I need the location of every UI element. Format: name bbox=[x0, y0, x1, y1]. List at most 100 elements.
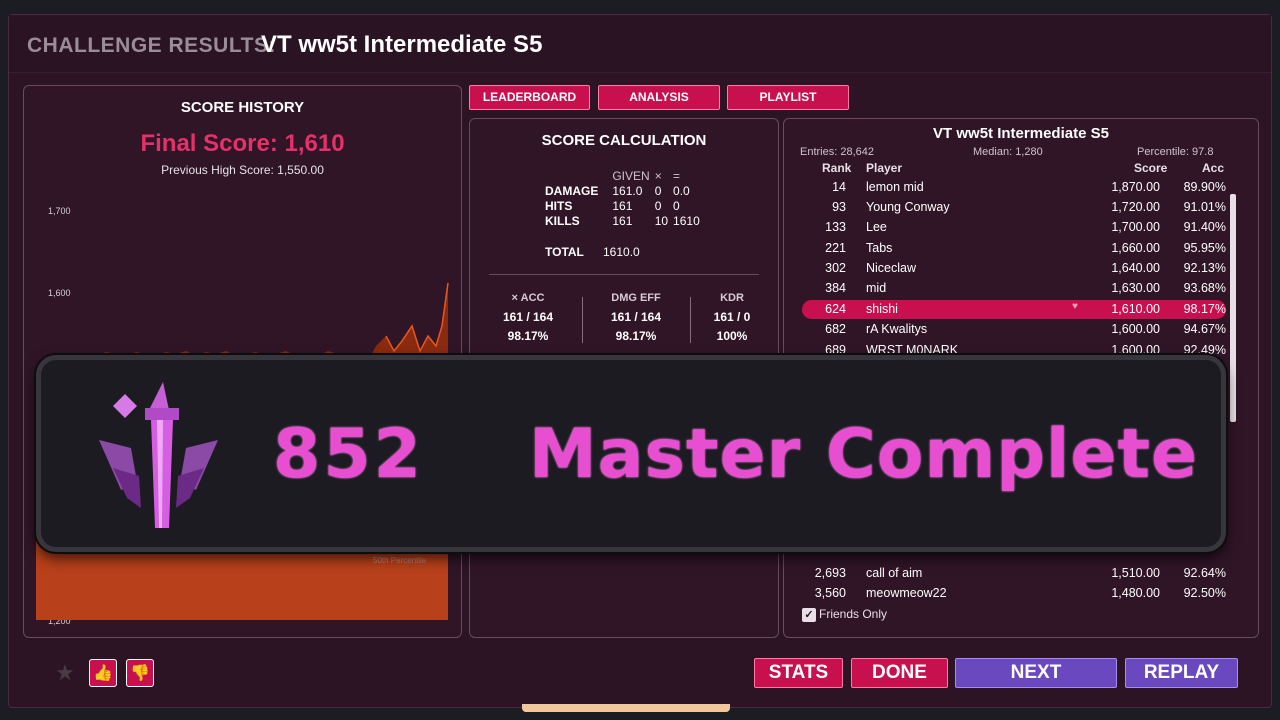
row-rank: 384 bbox=[825, 281, 846, 295]
row-score: 1,510.00 bbox=[1111, 566, 1160, 580]
stat-head: DMG EFF bbox=[611, 292, 661, 304]
total-label: TOTAL bbox=[545, 245, 584, 259]
tab-analysis[interactable]: ANALYSIS bbox=[598, 85, 720, 110]
row-rank: 302 bbox=[825, 261, 846, 275]
tab-leaderboard[interactable]: LEADERBOARD bbox=[469, 85, 590, 110]
row-player: lemon mid bbox=[866, 180, 924, 194]
stat-dmg-eff: DMG EFF 161 / 164 98.17% bbox=[591, 292, 681, 348]
calc-mult: 0 bbox=[654, 183, 662, 198]
stats-button[interactable]: STATS bbox=[754, 658, 843, 688]
row-score: 1,660.00 bbox=[1111, 241, 1160, 255]
leaderboard-scrollbar[interactable] bbox=[1230, 194, 1236, 422]
percentile-label: 50th Percentile bbox=[373, 556, 427, 565]
row-rank: 14 bbox=[832, 180, 846, 194]
row-rank: 93 bbox=[832, 200, 846, 214]
score-calculation-table: GIVEN × = DAMAGE 161.0 0 0.0 HITS 161 0 … bbox=[545, 168, 705, 228]
row-rank: 2,693 bbox=[814, 566, 846, 580]
row-player: Niceclaw bbox=[866, 261, 917, 275]
percentile: Percentile: 97.8 bbox=[1137, 146, 1214, 158]
calc-given: 161 bbox=[612, 213, 633, 228]
row-acc: 95.95% bbox=[1183, 241, 1226, 255]
bottom-tab-strip bbox=[522, 704, 730, 712]
table-row[interactable]: 3,560 meowmeow22 1,480.00 92.50% bbox=[802, 584, 1226, 603]
table-row[interactable]: 682 rA Kwalitys 1,600.00 94.67% bbox=[802, 320, 1226, 339]
row-acc: 91.01% bbox=[1183, 200, 1226, 214]
row-score: 1,610.00 bbox=[1111, 302, 1160, 316]
row-player: shishi bbox=[866, 302, 898, 316]
divider bbox=[582, 297, 583, 343]
stat-kdr: KDR 161 / 0 100% bbox=[687, 292, 777, 348]
row-player: meowmeow22 bbox=[866, 586, 947, 600]
rank-banner: 852 Master Complete bbox=[36, 355, 1226, 552]
previous-high-score: Previous High Score: 1,550.00 bbox=[161, 163, 324, 177]
table-row[interactable]: 2,693 call of aim 1,510.00 92.64% bbox=[802, 564, 1226, 583]
table-row[interactable]: 14 lemon mid 1,870.00 89.90% bbox=[802, 178, 1226, 197]
row-rank: 221 bbox=[825, 241, 846, 255]
title-bar: CHALLENGE RESULTS: VT ww5t Intermediate … bbox=[9, 15, 1271, 73]
stat-value: 161 / 164 bbox=[502, 310, 554, 324]
calc-row-hits: HITS 161 0 0 bbox=[545, 198, 705, 213]
friends-only-toggle[interactable]: ✓ Friends Only bbox=[802, 607, 887, 622]
next-button[interactable]: NEXT bbox=[955, 658, 1117, 688]
table-row[interactable]: 93 Young Conway 1,720.00 91.01% bbox=[802, 198, 1226, 217]
calc-row-kills: KILLS 161 10 1610 bbox=[545, 213, 705, 228]
table-row-current-player[interactable]: 624 shishi ♥ 1,610.00 98.17% bbox=[802, 300, 1226, 319]
table-row[interactable]: 221 Tabs 1,660.00 95.95% bbox=[802, 239, 1226, 258]
row-acc: 91.40% bbox=[1183, 220, 1226, 234]
col-score: Score bbox=[1134, 161, 1168, 175]
stat-head: KDR bbox=[720, 292, 744, 304]
score-calculation-title: SCORE CALCULATION bbox=[541, 132, 707, 149]
thumbs-down-icon[interactable]: 👎 bbox=[126, 659, 154, 687]
calc-result: 1610 bbox=[673, 213, 700, 228]
rank-score: 852 bbox=[273, 415, 424, 494]
row-player: Tabs bbox=[866, 241, 893, 255]
row-score: 1,720.00 bbox=[1111, 200, 1160, 214]
row-player: call of aim bbox=[866, 566, 923, 580]
divider bbox=[489, 274, 759, 275]
friends-only-label: Friends Only bbox=[819, 607, 888, 621]
challenge-name: VT ww5t Intermediate S5 bbox=[261, 31, 543, 58]
calc-total: TOTAL 1610.0 bbox=[545, 245, 640, 259]
calc-label: HITS bbox=[545, 198, 573, 213]
row-player: rA Kwalitys bbox=[866, 322, 928, 336]
stat-value: 161 / 0 bbox=[713, 310, 751, 324]
col-rank: Rank bbox=[822, 161, 852, 175]
table-row[interactable]: 302 Niceclaw 1,640.00 92.13% bbox=[802, 259, 1226, 278]
entries-count: Entries: 28,642 bbox=[800, 146, 874, 158]
row-acc: 92.50% bbox=[1183, 586, 1226, 600]
row-player: mid bbox=[866, 281, 887, 295]
final-score: Final Score: 1,610 bbox=[140, 130, 345, 157]
row-acc: 94.67% bbox=[1183, 322, 1226, 336]
done-button[interactable]: DONE bbox=[851, 658, 948, 688]
row-acc: 98.17% bbox=[1183, 302, 1226, 316]
median-score: Median: 1,280 bbox=[973, 146, 1043, 158]
score-history-title: SCORE HISTORY bbox=[180, 99, 305, 116]
heart-icon: ♥ bbox=[1072, 301, 1078, 312]
row-acc: 93.68% bbox=[1183, 281, 1226, 295]
col-acc: Acc bbox=[1202, 161, 1225, 175]
thumbs-up-icon[interactable]: 👍 bbox=[89, 659, 117, 687]
row-player: Lee bbox=[866, 220, 887, 234]
row-score: 1,640.00 bbox=[1111, 261, 1160, 275]
row-rank: 3,560 bbox=[814, 586, 846, 600]
header-equals: = bbox=[673, 168, 681, 183]
calc-given: 161.0 bbox=[612, 183, 643, 198]
calc-row-damage: DAMAGE 161.0 0 0.0 bbox=[545, 183, 705, 198]
row-rank: 624 bbox=[825, 302, 846, 316]
check-icon[interactable]: ✓ bbox=[802, 607, 816, 622]
replay-button[interactable]: REPLAY bbox=[1125, 658, 1238, 688]
row-rank: 133 bbox=[825, 220, 846, 234]
row-score: 1,700.00 bbox=[1111, 220, 1160, 234]
rank-status: Master Complete bbox=[529, 415, 1199, 494]
rank-emblem-icon bbox=[99, 382, 218, 528]
stat-head: × ACC bbox=[511, 292, 545, 304]
table-row[interactable]: 133 Lee 1,700.00 91.40% bbox=[802, 218, 1226, 237]
star-icon[interactable]: ★ bbox=[51, 659, 79, 687]
title-prefix: CHALLENGE RESULTS: bbox=[27, 34, 276, 57]
calc-label: KILLS bbox=[545, 213, 580, 228]
tab-playlist[interactable]: PLAYLIST bbox=[727, 85, 849, 110]
row-player: Young Conway bbox=[866, 200, 950, 214]
row-acc: 89.90% bbox=[1183, 180, 1226, 194]
y-tick-1700: 1,700 bbox=[48, 206, 71, 216]
table-row[interactable]: 384 mid 1,630.00 93.68% bbox=[802, 279, 1226, 298]
